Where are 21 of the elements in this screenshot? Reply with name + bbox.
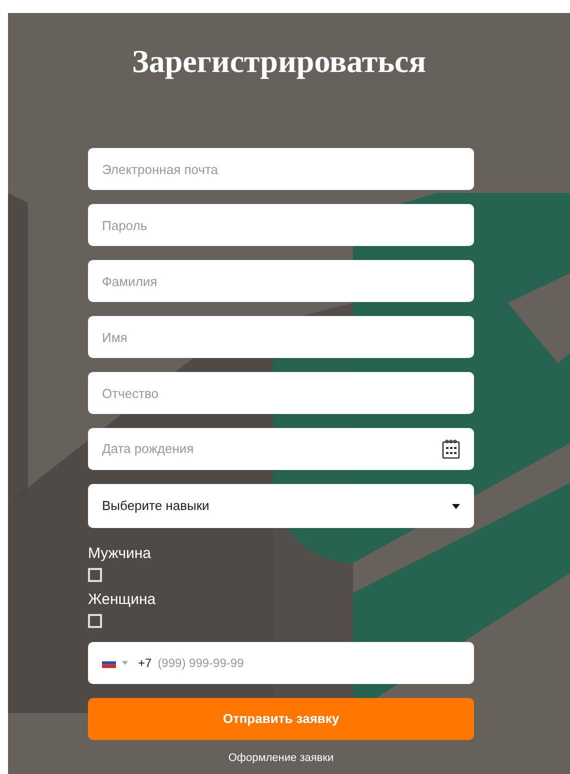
text-field[interactable]: Отчество — [88, 372, 474, 414]
phone-prefix: +7 — [138, 655, 152, 672]
checkbox[interactable] — [88, 614, 102, 628]
caret-icon — [122, 661, 128, 665]
text-field[interactable]: Электронная почта — [88, 148, 474, 190]
calendar-icon — [442, 439, 460, 459]
checkbox[interactable] — [88, 568, 102, 582]
footer-link[interactable]: Оформление заявки — [228, 750, 334, 766]
skills-select[interactable]: Выберите навыки — [88, 484, 474, 528]
flag-icon — [102, 658, 116, 668]
date-input[interactable]: Дата рождения — [102, 439, 442, 459]
text-field[interactable]: Имя — [88, 316, 474, 358]
gender-label: Мужчина — [88, 544, 152, 564]
phone-input[interactable]: (999) 999-99-99 — [158, 654, 460, 672]
date-field[interactable]: Дата рождения — [88, 428, 474, 470]
caret-icon — [452, 504, 460, 508]
text-field[interactable]: Фамилия — [88, 260, 474, 302]
gender-label: Женщина — [88, 590, 156, 610]
phone-field[interactable]: +7 (999) 999-99-99 — [88, 642, 474, 684]
page-title: Зарегистрироваться — [132, 42, 426, 81]
text-field[interactable]: Пароль — [88, 204, 474, 246]
